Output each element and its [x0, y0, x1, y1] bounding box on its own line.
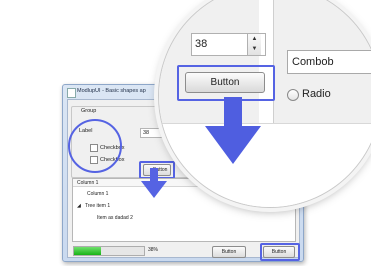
tree-row[interactable]: Item as dadad 2: [97, 215, 133, 221]
app-icon: [67, 88, 76, 98]
pointer-arrow-shaft: [150, 168, 158, 182]
footer-button-1[interactable]: Button: [212, 246, 246, 258]
spin-buttons[interactable]: ▲ ▼: [247, 34, 261, 55]
magnified-button[interactable]: Button: [185, 72, 265, 93]
checkbox-highlight-circle: [68, 119, 122, 173]
magnified-arrow-shaft: [224, 97, 242, 127]
progress-label: 38%: [148, 247, 159, 253]
window-title: ModlupUI - Basic shapes ap: [77, 88, 146, 94]
progress-bar: [73, 246, 145, 256]
footer-button-2[interactable]: Button: [263, 246, 295, 258]
group-label: Group: [79, 108, 99, 114]
spin-up-icon[interactable]: ▲: [248, 34, 261, 44]
magnifier-lens: 38 ▲ ▼ Combob Button Radio d 2: [158, 0, 371, 208]
tree-row[interactable]: Column 1: [87, 191, 108, 197]
magnified-list: [159, 139, 371, 207]
tree-expand-icon[interactable]: ◢: [77, 203, 81, 209]
progress-fill: [74, 247, 101, 255]
magnified-list-text: d 2: [177, 176, 193, 188]
spin-down-icon[interactable]: ▼: [248, 44, 261, 54]
magnified-combobox[interactable]: Combob: [287, 50, 371, 74]
radio-button[interactable]: [287, 89, 299, 101]
down-arrow-icon: [205, 126, 261, 164]
tree-row[interactable]: Tree item 1: [85, 203, 110, 209]
radio-label: Radio: [302, 88, 331, 100]
